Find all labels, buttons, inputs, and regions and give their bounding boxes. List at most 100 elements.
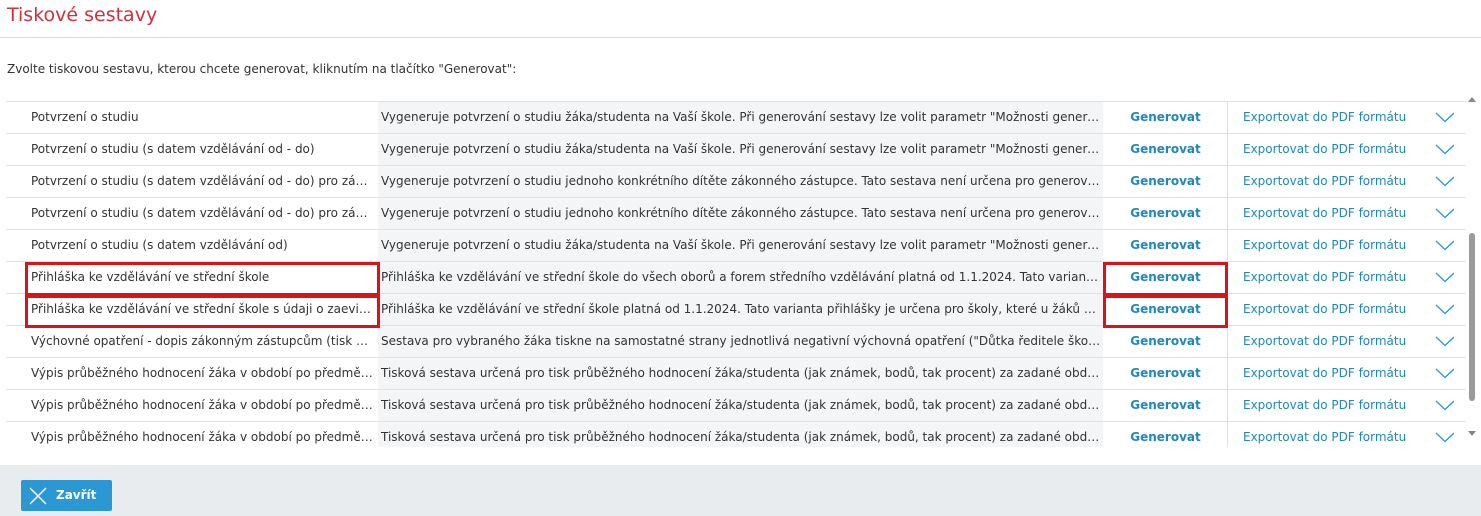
scroll-thumb[interactable]	[1469, 233, 1475, 401]
column-divider	[1227, 358, 1228, 389]
column-divider	[1227, 390, 1228, 421]
close-button-label: Zavřít	[56, 488, 97, 502]
table-row: Výpis průběžného hodnocení žáka v období…	[6, 389, 1466, 421]
report-description: Vygeneruje potvrzení o studiu žáka/stude…	[381, 142, 1101, 156]
expand-row-button[interactable]	[1430, 390, 1460, 421]
expand-row-button[interactable]	[1430, 134, 1460, 165]
report-description: Tisková sestava určená pro tisk průběžné…	[381, 366, 1101, 380]
report-description: Vygeneruje potvrzení o studiu žáka/stude…	[381, 238, 1101, 252]
report-name: Výpis průběžného hodnocení žáka v období…	[31, 398, 374, 412]
report-name: Přihláška ke vzdělávání ve střední škole	[31, 270, 270, 284]
chevron-down-icon	[1435, 336, 1455, 347]
table-row: Potvrzení o studiu Vygeneruje potvrzení o…	[6, 101, 1466, 133]
report-name: Výchovné opatření - dopis zákonným zástu…	[31, 334, 374, 348]
export-pdf-link[interactable]: Exportovat do PDF formátu	[1243, 198, 1413, 229]
chevron-down-icon	[1435, 304, 1455, 315]
report-description: Vygeneruje potvrzení o studiu jednoho ko…	[381, 206, 1101, 220]
report-name: Potvrzení o studiu (s datem vzdělávání o…	[31, 206, 374, 220]
generate-button[interactable]: Generovat	[1104, 262, 1227, 293]
chevron-down-icon	[1435, 240, 1455, 251]
table-row: Přihláška ke vzdělávání ve střední škole…	[6, 261, 1466, 293]
export-pdf-link[interactable]: Exportovat do PDF formátu	[1243, 134, 1413, 165]
chevron-down-icon	[1435, 432, 1455, 443]
table-row: Potvrzení o studiu (s datem vzdělávání o…	[6, 197, 1466, 229]
report-description: Přihláška ke vzdělávání ve střední škole…	[381, 302, 1101, 316]
generate-button[interactable]: Generovat	[1104, 102, 1227, 133]
report-name: Potvrzení o studiu (s datem vzdělávání o…	[31, 174, 374, 188]
column-divider	[1227, 422, 1228, 447]
table-scrollbar[interactable]	[1466, 95, 1478, 439]
chevron-down-icon	[1435, 208, 1455, 219]
report-name: Potvrzení o studiu (s datem vzdělávání o…	[31, 238, 288, 252]
table-row: Potvrzení o studiu (s datem vzdělávání o…	[6, 165, 1466, 197]
instruction-text: Zvolte tiskovou sestavu, kterou chcete g…	[7, 62, 517, 76]
generate-button[interactable]: Generovat	[1104, 166, 1227, 197]
expand-row-button[interactable]	[1430, 326, 1460, 357]
export-pdf-link[interactable]: Exportovat do PDF formátu	[1243, 262, 1413, 293]
report-name: Výpis průběžného hodnocení žáka v období…	[31, 366, 374, 380]
column-divider	[1227, 230, 1228, 261]
report-name: Potvrzení o studiu	[31, 110, 139, 124]
scroll-down-arrow-icon[interactable]	[1468, 431, 1476, 436]
report-description: Tisková sestava určená pro tisk průběžné…	[381, 430, 1101, 444]
export-pdf-link[interactable]: Exportovat do PDF formátu	[1243, 102, 1413, 133]
report-name: Přihláška ke vzdělávání ve střední škole…	[31, 302, 374, 316]
generate-button[interactable]: Generovat	[1104, 358, 1227, 389]
report-description: Vygeneruje potvrzení o studiu žáka/stude…	[381, 110, 1101, 124]
column-divider	[1227, 102, 1228, 133]
report-name: Potvrzení o studiu (s datem vzdělávání o…	[31, 142, 315, 156]
column-divider	[1227, 134, 1228, 165]
export-pdf-link[interactable]: Exportovat do PDF formátu	[1243, 390, 1413, 421]
table-row: Výchovné opatření - dopis zákonným zástu…	[6, 325, 1466, 357]
expand-row-button[interactable]	[1430, 294, 1460, 325]
dialog-header: Tiskové sestavy	[0, 0, 1481, 38]
column-divider	[1227, 326, 1228, 357]
close-icon	[29, 487, 47, 505]
column-divider	[1227, 198, 1228, 229]
expand-row-button[interactable]	[1430, 262, 1460, 293]
report-description: Přihláška ke vzdělávání ve střední škole…	[381, 270, 1101, 284]
report-description: Tisková sestava určená pro tisk průběžné…	[381, 398, 1101, 412]
generate-button[interactable]: Generovat	[1104, 326, 1227, 357]
generate-button[interactable]: Generovat	[1104, 422, 1227, 447]
report-name: Výpis průběžného hodnocení žáka v období…	[31, 430, 374, 444]
scroll-up-arrow-icon[interactable]	[1468, 97, 1476, 102]
expand-row-button[interactable]	[1430, 102, 1460, 133]
report-description: Vygeneruje potvrzení o studiu jednoho ko…	[381, 174, 1101, 188]
close-button[interactable]: Zavřít	[21, 480, 112, 511]
table-row: Potvrzení o studiu (s datem vzdělávání o…	[6, 229, 1466, 261]
export-pdf-link[interactable]: Exportovat do PDF formátu	[1243, 422, 1413, 447]
chevron-down-icon	[1435, 144, 1455, 155]
column-divider	[1227, 166, 1228, 197]
export-pdf-link[interactable]: Exportovat do PDF formátu	[1243, 166, 1413, 197]
chevron-down-icon	[1435, 112, 1455, 123]
table-row: Výpis průběžného hodnocení žáka v období…	[6, 357, 1466, 389]
table-row: Přihláška ke vzdělávání ve střední škole…	[6, 293, 1466, 325]
chevron-down-icon	[1435, 368, 1455, 379]
chevron-down-icon	[1435, 272, 1455, 283]
table-row: Výpis průběžného hodnocení žáka v období…	[6, 421, 1466, 447]
page-title: Tiskové sestavy	[7, 4, 158, 26]
export-pdf-link[interactable]: Exportovat do PDF formátu	[1243, 230, 1413, 261]
expand-row-button[interactable]	[1430, 198, 1460, 229]
column-divider	[1227, 262, 1228, 293]
chevron-down-icon	[1435, 176, 1455, 187]
generate-button[interactable]: Generovat	[1104, 198, 1227, 229]
expand-row-button[interactable]	[1430, 230, 1460, 261]
export-pdf-link[interactable]: Exportovat do PDF formátu	[1243, 326, 1413, 357]
expand-row-button[interactable]	[1430, 166, 1460, 197]
export-pdf-link[interactable]: Exportovat do PDF formátu	[1243, 294, 1413, 325]
generate-button[interactable]: Generovat	[1104, 230, 1227, 261]
export-pdf-link[interactable]: Exportovat do PDF formátu	[1243, 358, 1413, 389]
generate-button[interactable]: Generovat	[1104, 294, 1227, 325]
chevron-down-icon	[1435, 400, 1455, 411]
dialog-footer: Zavřít	[0, 465, 1481, 516]
column-divider	[1227, 294, 1228, 325]
generate-button[interactable]: Generovat	[1104, 390, 1227, 421]
expand-row-button[interactable]	[1430, 422, 1460, 447]
generate-button[interactable]: Generovat	[1104, 134, 1227, 165]
report-table: Potvrzení o studiu Vygeneruje potvrzení o…	[6, 95, 1466, 447]
report-description: Sestava pro vybraného žáka tiskne na sam…	[381, 334, 1101, 348]
expand-row-button[interactable]	[1430, 358, 1460, 389]
table-row: Potvrzení o studiu (s datem vzdělávání o…	[6, 133, 1466, 165]
